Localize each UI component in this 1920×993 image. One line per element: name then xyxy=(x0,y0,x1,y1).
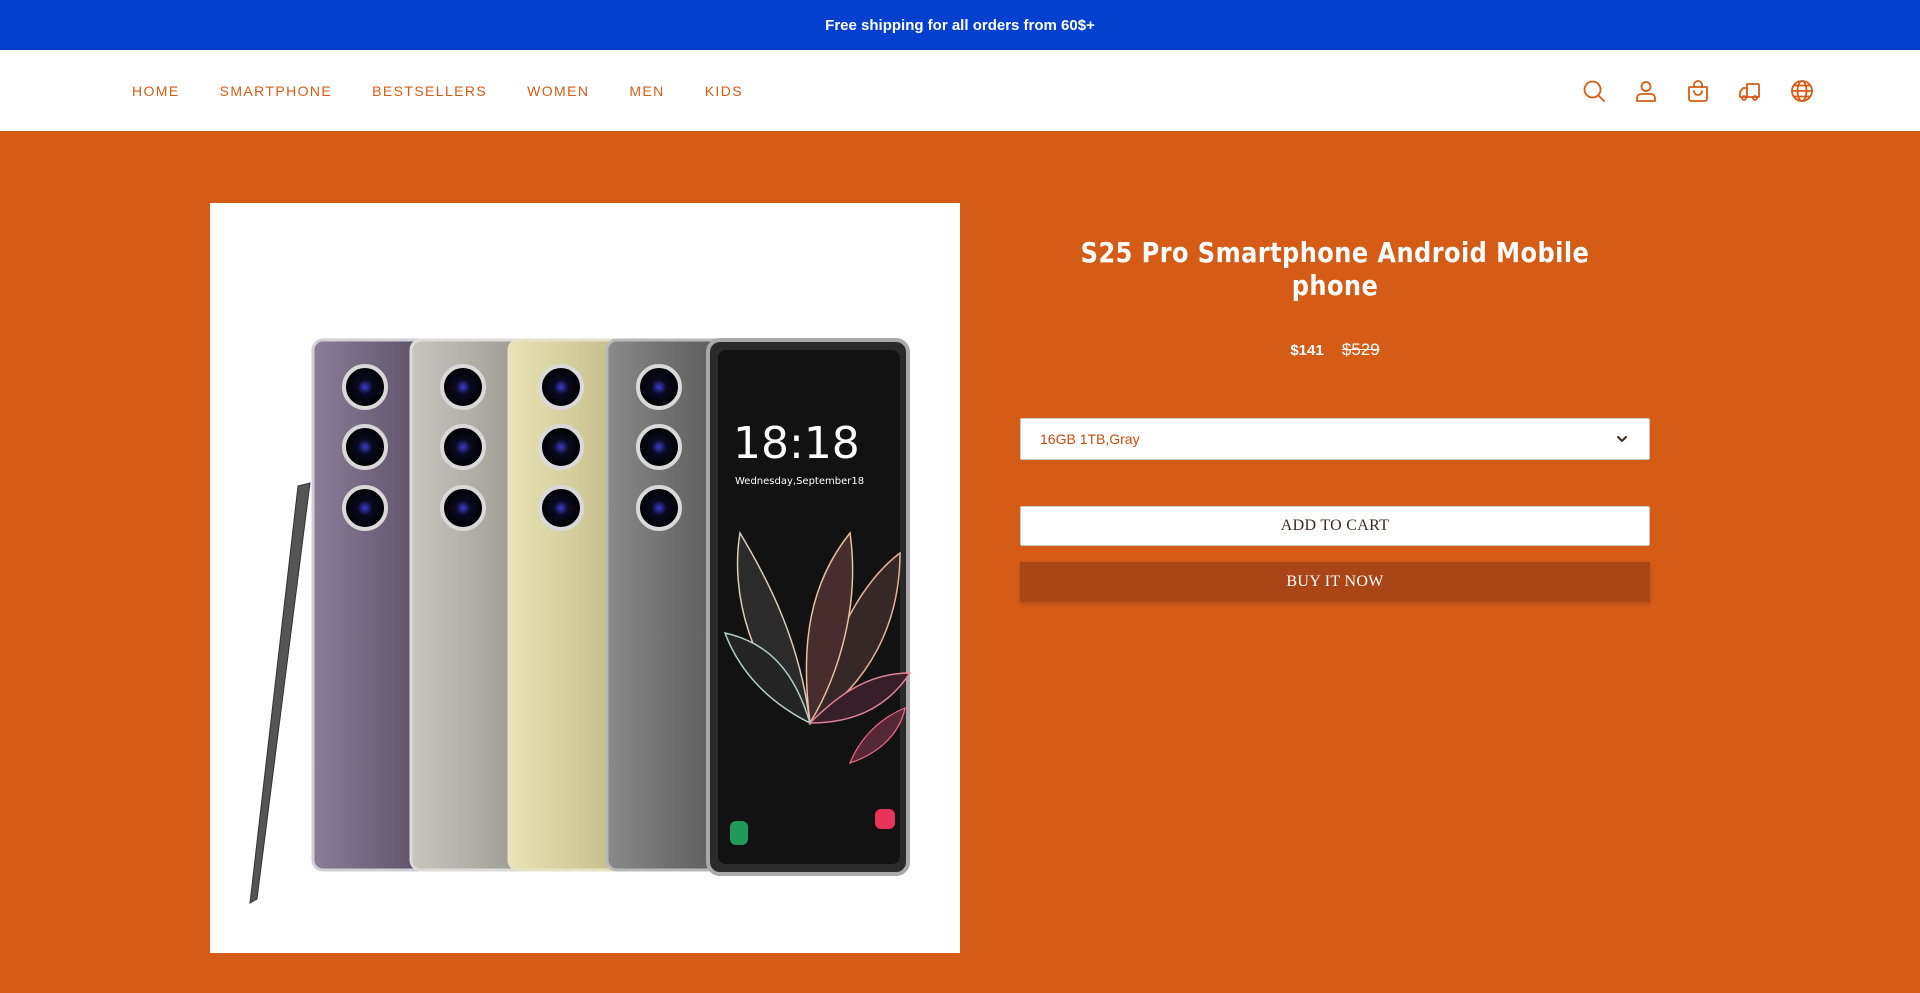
account-icon[interactable] xyxy=(1634,79,1658,103)
variant-selected-value: 16GB 1TB,Gray xyxy=(1040,431,1140,447)
nav-bestsellers[interactable]: BESTSELLERS xyxy=(372,83,487,99)
nav-kids[interactable]: KIDS xyxy=(705,83,743,99)
nav-smartphone[interactable]: SMARTPHONE xyxy=(220,83,333,99)
price-block: $141 $529 xyxy=(1020,340,1650,360)
sale-price: $141 xyxy=(1290,342,1324,359)
shipping-truck-icon[interactable] xyxy=(1738,79,1762,103)
nav-men[interactable]: MEN xyxy=(629,83,664,99)
compare-at-price: $529 xyxy=(1341,340,1380,359)
add-to-cart-button[interactable]: ADD TO CART xyxy=(1020,506,1650,546)
product-title: S25 Pro Smartphone Android Mobile phone xyxy=(1080,236,1590,302)
product-info: S25 Pro Smartphone Android Mobile phone … xyxy=(1020,203,1650,602)
variant-select[interactable]: 16GB 1TB,Gray xyxy=(1020,418,1650,460)
main-nav: HOME SMARTPHONE BESTSELLERS WOMEN MEN KI… xyxy=(132,50,783,131)
buy-it-now-button[interactable]: BUY IT NOW xyxy=(1020,562,1650,602)
site-header: HOME SMARTPHONE BESTSELLERS WOMEN MEN KI… xyxy=(0,50,1920,131)
chevron-down-icon xyxy=(1615,432,1629,446)
search-icon[interactable] xyxy=(1582,79,1606,103)
language-globe-icon[interactable] xyxy=(1790,79,1814,103)
nav-home[interactable]: HOME xyxy=(132,83,180,99)
nav-women[interactable]: WOMEN xyxy=(527,83,589,99)
product-section: 18:18 Wednesday,September18 S25 Pro Smar… xyxy=(0,131,1920,993)
phones-illustration: 18:18 Wednesday,September18 xyxy=(249,338,912,904)
cart-icon[interactable] xyxy=(1686,79,1710,103)
announcement-text: Free shipping for all orders from 60$+ xyxy=(825,16,1095,34)
header-icons xyxy=(1582,50,1814,131)
product-image[interactable]: 18:18 Wednesday,September18 xyxy=(210,203,960,953)
announcement-bar: Free shipping for all orders from 60$+ xyxy=(0,0,1920,50)
phone-date: Wednesday,September18 xyxy=(735,476,864,487)
phone-clock: 18:18 xyxy=(733,418,860,469)
